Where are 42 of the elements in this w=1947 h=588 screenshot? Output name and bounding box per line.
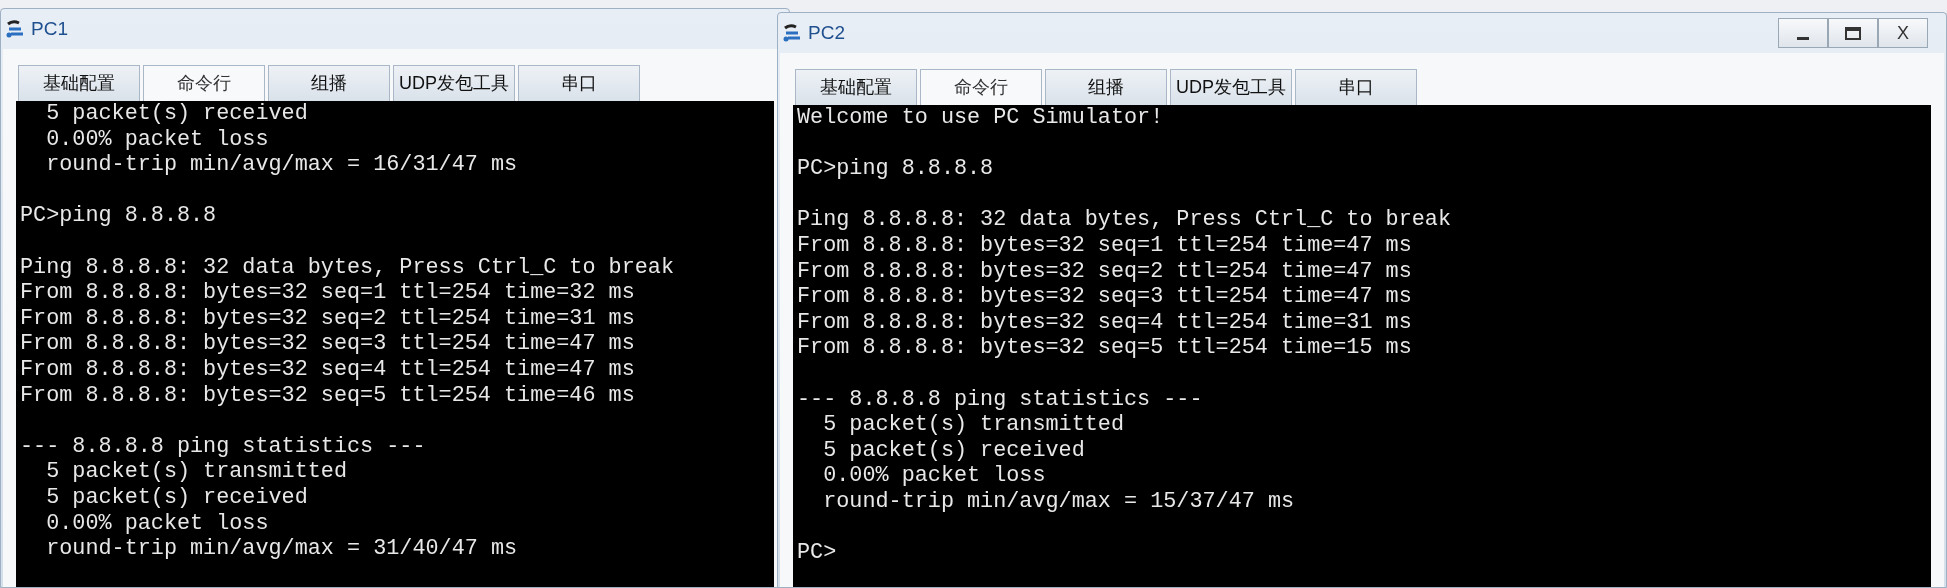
terminal-line: 5 packet(s) received	[45, 101, 309, 127]
terminal-line: round-trip min/avg/max = 31/40/47 ms	[45, 536, 519, 562]
terminal-line: round-trip min/avg/max = 16/31/47 ms	[45, 152, 519, 178]
terminal-line: From 8.8.8.8: bytes=32 seq=2 ttl=254 time=31 ms	[20, 305, 636, 332]
terminal-line: From 8.8.8.8: bytes=32 seq=3 ttl=254 time=47 ms	[797, 284, 1413, 310]
terminal-line: 5 packet(s) received	[45, 484, 309, 511]
terminal-line: 5 packet(s) received	[822, 437, 1086, 464]
terminal-line: 5 packet(s) transmitted	[822, 412, 1125, 438]
window-title: PC1	[31, 16, 68, 41]
terminal-line: --- 8.8.8.8 ping statistics ---	[797, 386, 1204, 413]
tab[interactable]: 基础配置	[795, 69, 917, 105]
terminal-line: From 8.8.8.8: bytes=32 seq=2 ttl=254 time=47 ms	[797, 258, 1413, 285]
terminal-line: Ping 8.8.8.8: 32 data bytes, Press Ctrl_C to break	[20, 254, 675, 281]
tab[interactable]: 组播	[1045, 69, 1167, 105]
terminal-line: From 8.8.8.8: bytes=32 seq=4 ttl=254 time=47 ms	[20, 356, 636, 383]
terminal-line: PC>	[797, 540, 838, 566]
terminal-line: From 8.8.8.8: bytes=32 seq=1 ttl=254 time=32 ms	[20, 280, 636, 306]
terminal-line: From 8.8.8.8: bytes=32 seq=3 ttl=254 time=47 ms	[20, 331, 636, 357]
window-title: PC2	[808, 20, 845, 45]
tab[interactable]: UDP发包工具	[1170, 69, 1292, 105]
terminal-line: --- 8.8.8.8 ping statistics ---	[20, 433, 427, 460]
terminal-line: From 8.8.8.8: bytes=32 seq=5 ttl=254 time=15 ms	[797, 335, 1413, 361]
terminal-line: PC>ping 8.8.8.8	[797, 156, 995, 182]
terminal-line: PC>ping 8.8.8.8	[20, 203, 218, 229]
terminal-line: Ping 8.8.8.8: 32 data bytes, Press Ctrl_C to break	[797, 207, 1452, 233]
terminal-line: From 8.8.8.8: bytes=32 seq=1 ttl=254 time=47 ms	[797, 232, 1413, 259]
tab[interactable]: 基础配置	[18, 65, 140, 101]
terminal-line: 0.00% packet loss	[822, 463, 1047, 489]
terminal-line: Welcome to use PC Simulator!	[797, 105, 1165, 131]
terminal-line: 5 packet(s) transmitted	[45, 459, 348, 485]
tab[interactable]: 命令行	[920, 69, 1042, 105]
tab[interactable]: 串口	[518, 65, 640, 101]
terminal-line: From 8.8.8.8: bytes=32 seq=5 ttl=254 time=46 ms	[20, 382, 636, 409]
terminal-line: 0.00% packet loss	[45, 510, 270, 537]
close-button[interactable]: X	[1878, 18, 1928, 48]
terminal-line: round-trip min/avg/max = 15/37/47 ms	[822, 488, 1296, 515]
tab[interactable]: UDP发包工具	[393, 65, 515, 101]
tab[interactable]: 组播	[268, 65, 390, 101]
tab[interactable]: 串口	[1295, 69, 1417, 105]
tab[interactable]: 命令行	[143, 65, 265, 101]
terminal-line: 0.00% packet loss	[45, 126, 270, 153]
terminal-line: From 8.8.8.8: bytes=32 seq=4 ttl=254 time=31 ms	[797, 309, 1413, 336]
